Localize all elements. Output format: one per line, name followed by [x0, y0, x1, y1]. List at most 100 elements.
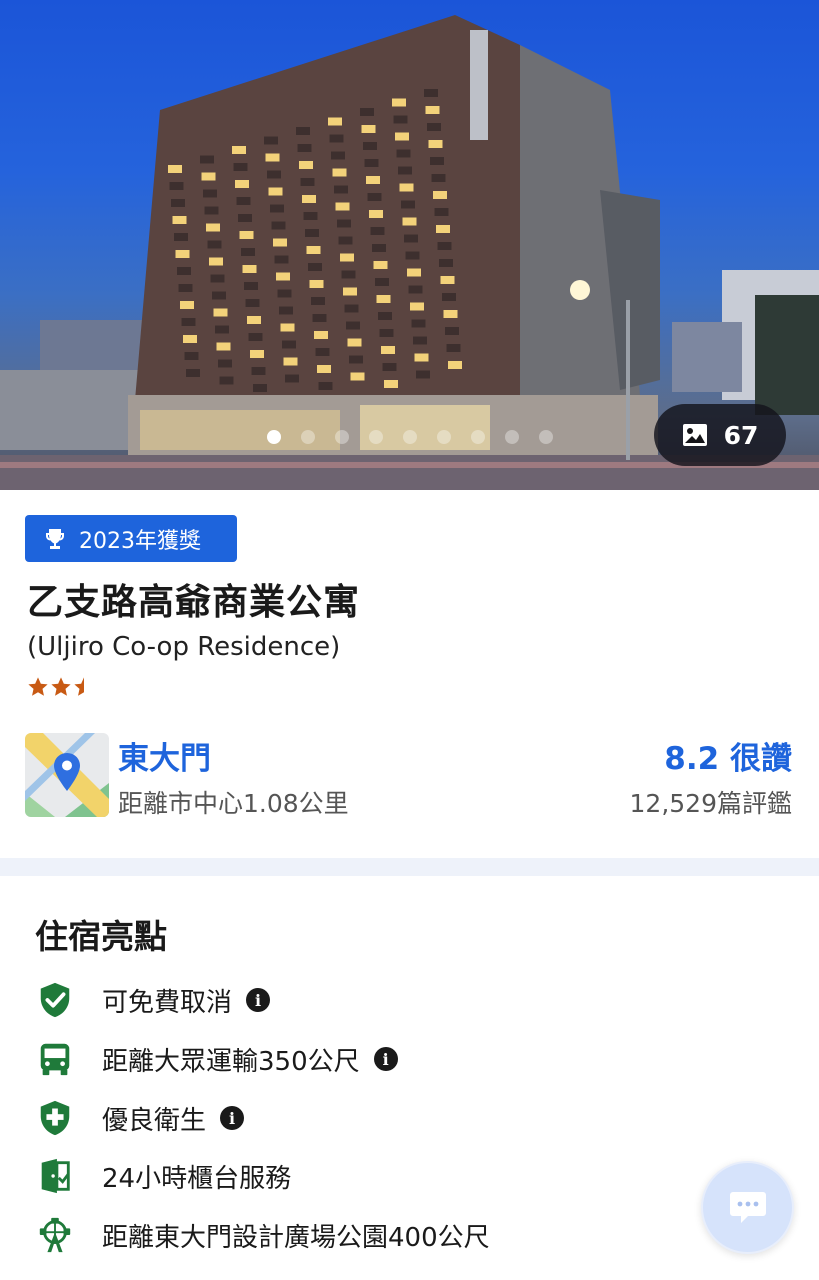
building-window: [180, 301, 194, 309]
building-window: [245, 299, 260, 307]
chat-bubble-icon: [729, 1191, 766, 1223]
location-area-link[interactable]: 東大門: [118, 733, 211, 778]
building-window: [378, 312, 392, 320]
building-window: [416, 370, 430, 379]
map-pin-icon: [25, 733, 109, 817]
building-window: [384, 380, 398, 388]
building-window: [344, 304, 359, 313]
highlight-label: 可免費取消: [102, 987, 233, 1018]
carousel-dot[interactable]: [334, 430, 349, 444]
highlight-hygiene: 優良衛生 i: [35, 1098, 245, 1138]
building-window: [210, 274, 225, 283]
building-window: [395, 132, 409, 141]
building-window: [248, 333, 263, 341]
carousel-dot[interactable]: [436, 430, 451, 444]
building-window: [280, 323, 295, 332]
building-window: [404, 234, 418, 243]
building-window: [332, 168, 347, 177]
building-window: [443, 310, 458, 318]
building-window: [283, 357, 298, 366]
building-window: [169, 182, 184, 190]
building-window: [328, 117, 342, 126]
map-thumbnail[interactable]: [25, 733, 109, 817]
carousel-dot[interactable]: [504, 430, 519, 444]
building-window: [212, 291, 226, 300]
building-window: [314, 331, 328, 339]
building-window: [311, 297, 325, 305]
building-window: [277, 289, 292, 298]
star-rating: [27, 676, 95, 698]
building-window: [203, 189, 217, 198]
carousel-dot[interactable]: [266, 430, 281, 444]
building-window: [219, 376, 234, 385]
carousel-dot[interactable]: [538, 430, 553, 444]
building-window: [183, 335, 197, 343]
building-window: [235, 180, 249, 188]
building-window: [396, 149, 411, 158]
health-shield-icon: [35, 1098, 75, 1138]
building-window: [213, 308, 228, 317]
building-window: [373, 261, 388, 269]
highlight-24h-front-desk: 24小時櫃台服務: [35, 1156, 291, 1196]
building-window: [337, 219, 351, 228]
info-icon[interactable]: i: [373, 1047, 398, 1071]
building-window: [175, 250, 190, 258]
building-window: [398, 166, 412, 175]
building-window: [445, 327, 459, 335]
building-window: [343, 287, 357, 296]
award-badge: 2023年獲獎: [25, 515, 237, 562]
carousel-dot[interactable]: [402, 430, 417, 444]
building-window: [436, 225, 450, 233]
building-window: [271, 221, 286, 230]
building-window: [439, 259, 453, 267]
building-window: [232, 146, 246, 154]
building-window: [369, 210, 383, 218]
building-window: [431, 174, 446, 182]
building-window: [440, 276, 455, 284]
building-window: [174, 233, 188, 241]
building-window: [399, 183, 414, 192]
photo-count: 67: [723, 420, 759, 450]
building-window: [367, 193, 382, 201]
building-window: [177, 267, 191, 275]
highlight-label: 距離東大門設計廣場公園400公尺: [102, 1222, 490, 1253]
image-icon: [682, 424, 707, 446]
building-window: [306, 246, 321, 254]
carousel-dot[interactable]: [470, 430, 485, 444]
building-window: [302, 195, 316, 203]
photo-count-button[interactable]: 67: [654, 404, 786, 466]
review-count[interactable]: 12,529篇評鑑: [630, 784, 792, 820]
building-window: [393, 115, 408, 124]
carousel-dot[interactable]: [368, 430, 383, 444]
hotel-photo-carousel[interactable]: 67: [0, 0, 819, 490]
building-window: [178, 284, 193, 292]
carousel-dot[interactable]: [300, 430, 315, 444]
building-window: [264, 136, 278, 145]
highlight-label: 24小時櫃台服務: [102, 1163, 292, 1194]
building-window: [274, 255, 289, 264]
building-window: [370, 227, 385, 235]
building-window: [350, 372, 365, 381]
building-window: [308, 263, 322, 271]
building-window: [413, 336, 427, 345]
chat-button[interactable]: [701, 1161, 794, 1254]
building-window: [299, 161, 313, 169]
building-window: [239, 231, 254, 239]
building-window: [303, 212, 318, 220]
building-window: [408, 285, 423, 294]
building-window: [181, 318, 196, 326]
building-window: [216, 342, 231, 351]
hotel-english-name: (Uljiro Co-op Residence): [27, 632, 341, 662]
review-score[interactable]: 8.2 很讚: [664, 733, 792, 778]
building-window: [446, 344, 461, 352]
building-window: [279, 306, 293, 315]
building-window: [318, 382, 333, 390]
building-window: [215, 325, 229, 334]
building-window: [218, 359, 232, 368]
building-window: [376, 295, 391, 303]
building-window: [247, 316, 261, 324]
building-window: [273, 238, 287, 247]
info-icon[interactable]: i: [220, 1106, 245, 1130]
info-icon[interactable]: i: [246, 988, 271, 1012]
building-window: [184, 352, 199, 360]
